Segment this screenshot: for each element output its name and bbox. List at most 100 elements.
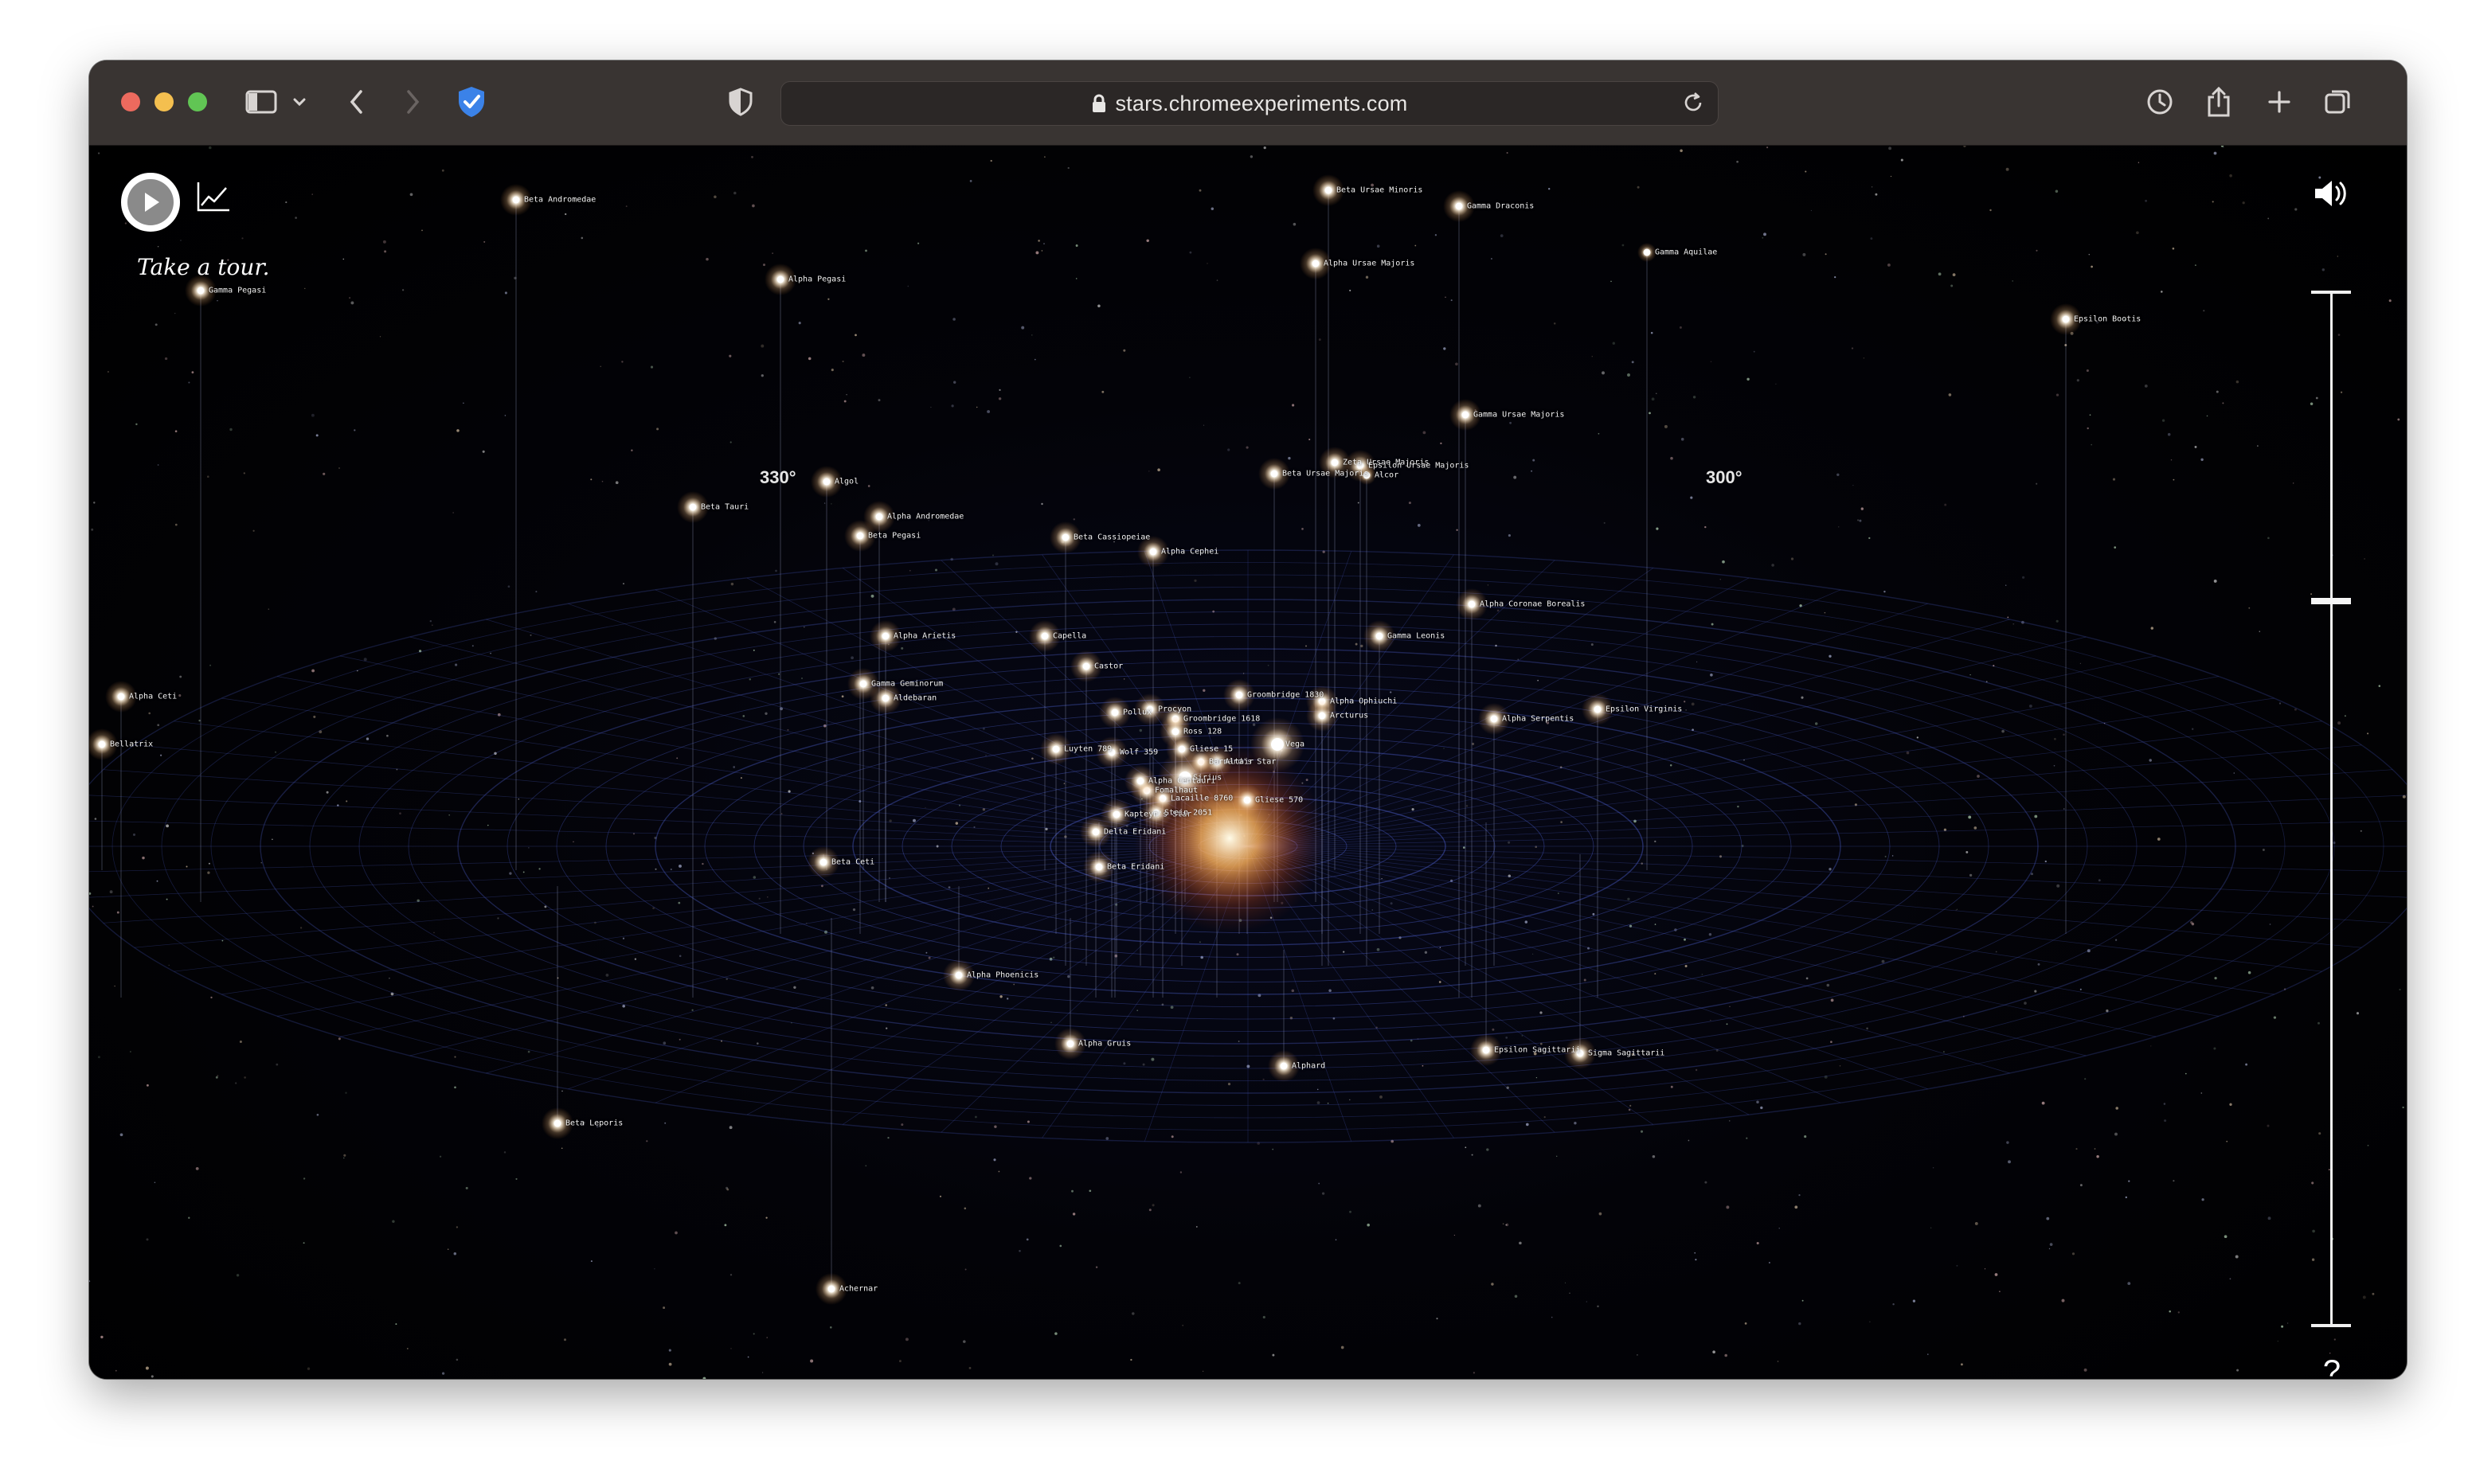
star-point[interactable] — [512, 196, 520, 204]
star-point[interactable] — [859, 680, 867, 688]
star-label[interactable]: Wolf 359 — [1120, 748, 1158, 757]
star-label[interactable]: Alpha Ursae Majoris — [1324, 260, 1414, 268]
star-label[interactable]: Stein 2051 — [1164, 809, 1212, 818]
star-point[interactable] — [1280, 1062, 1288, 1070]
star-label[interactable]: Alpha Gruis — [1078, 1040, 1131, 1049]
star-label[interactable]: Groombridge 1830 — [1247, 691, 1324, 700]
star-point[interactable] — [1082, 662, 1090, 670]
star-label[interactable]: Beta Pegasi — [868, 532, 921, 541]
star-point[interactable] — [1149, 548, 1157, 556]
star-label[interactable]: Alpha Pegasi — [788, 275, 846, 284]
star-point[interactable] — [882, 632, 890, 640]
star-label[interactable]: Algol — [835, 478, 859, 486]
star-point[interactable] — [1171, 728, 1179, 736]
star-point[interactable] — [1111, 709, 1119, 717]
star-point[interactable] — [1243, 796, 1251, 804]
star-point[interactable] — [1062, 533, 1070, 541]
star-point[interactable] — [856, 532, 864, 540]
star-point[interactable] — [553, 1119, 561, 1127]
star-label[interactable]: Beta Andromedae — [524, 196, 596, 205]
star-label[interactable]: Alpha Arietis — [894, 632, 956, 641]
reload-icon[interactable] — [1681, 91, 1705, 115]
half-shield-icon[interactable] — [726, 81, 755, 123]
star-label[interactable]: Capella — [1053, 632, 1086, 641]
star-point[interactable] — [819, 858, 827, 866]
star-label[interactable]: Fomalhaut — [1155, 787, 1198, 795]
tab-overview-icon[interactable] — [2322, 81, 2354, 123]
star-label[interactable]: Alpha Ceti — [129, 693, 177, 701]
star-label[interactable]: Gamma Draconis — [1467, 202, 1534, 211]
star-point[interactable] — [1468, 600, 1476, 608]
star-point[interactable] — [1482, 1046, 1490, 1054]
star-label[interactable]: Alpha Andromedae — [887, 513, 964, 521]
star-point[interactable] — [1095, 863, 1103, 871]
star-label[interactable]: Gliese 15 — [1190, 745, 1233, 754]
star-label[interactable]: Vega — [1285, 740, 1304, 749]
star-label[interactable]: Castor — [1094, 662, 1123, 671]
close-window-button[interactable] — [121, 92, 140, 111]
star-label[interactable]: Ross 128 — [1183, 728, 1222, 736]
star-label[interactable]: Alpha Phoenicis — [967, 971, 1038, 980]
star-label[interactable]: Beta Eridani — [1107, 863, 1164, 872]
star-label[interactable]: Gamma Geminorum — [871, 680, 943, 689]
star-point[interactable] — [1136, 777, 1144, 785]
new-tab-icon[interactable] — [2263, 81, 2295, 123]
star-point[interactable] — [776, 275, 784, 283]
star-point[interactable] — [2062, 315, 2070, 323]
star-label[interactable]: Alpha Serpentis — [1502, 715, 1574, 724]
star-point[interactable] — [1041, 632, 1049, 640]
zoom-window-button[interactable] — [188, 92, 207, 111]
star-point[interactable] — [1318, 712, 1326, 720]
star-point[interactable] — [1052, 745, 1060, 753]
star-label[interactable]: Epsilon Virginis — [1606, 705, 1682, 714]
star-point[interactable] — [1092, 828, 1100, 836]
star-label[interactable]: Epsilon Bootis — [2074, 315, 2141, 324]
star-label[interactable]: Bellatrix — [110, 740, 153, 749]
star-point[interactable] — [1066, 1040, 1074, 1048]
star-point[interactable] — [875, 513, 883, 521]
star-point[interactable] — [955, 971, 963, 979]
star-label[interactable]: Beta Ceti — [831, 858, 874, 867]
star-label[interactable]: Gamma Leonis — [1387, 632, 1445, 641]
star-point[interactable] — [1271, 738, 1284, 751]
star-label[interactable]: Epsilon Ursae Majoris — [1368, 462, 1469, 471]
star-point[interactable] — [1113, 810, 1121, 818]
star-point[interactable] — [882, 694, 890, 702]
chart-icon[interactable] — [196, 181, 231, 213]
star-point[interactable] — [1375, 632, 1383, 640]
star-label[interactable]: Groombridge 1618 — [1183, 715, 1260, 724]
star-label[interactable]: Achernar — [839, 1285, 878, 1294]
star-label[interactable]: Alphard — [1292, 1062, 1325, 1071]
star-label[interactable]: Arcturus — [1330, 712, 1368, 721]
star-label[interactable]: Alcor — [1375, 471, 1398, 480]
volume-icon[interactable] — [2313, 178, 2349, 209]
star-label[interactable]: Luyten 789 — [1064, 745, 1112, 754]
star-label[interactable]: Alpha Centauri — [1148, 777, 1215, 786]
star-label[interactable]: Aldebaran — [894, 694, 937, 703]
star-point[interactable] — [98, 740, 106, 748]
star-label[interactable]: Beta Cassiopeiae — [1074, 533, 1150, 542]
forward-icon[interactable] — [400, 81, 425, 123]
star-point[interactable] — [823, 478, 831, 486]
star-point[interactable] — [1455, 202, 1463, 210]
star-label[interactable]: Procyon — [1158, 705, 1191, 714]
star-label[interactable]: Alpha Ophiuchi — [1330, 697, 1397, 706]
star-label[interactable]: Delta Eridani — [1104, 828, 1166, 837]
play-tour-button[interactable] — [121, 173, 180, 232]
star-label[interactable]: Beta Leporis — [565, 1119, 623, 1128]
chevron-down-icon[interactable] — [290, 81, 309, 123]
help-button[interactable]: ? — [2316, 1354, 2348, 1379]
star-point[interactable] — [1324, 186, 1332, 194]
star-label[interactable]: Altair — [1225, 758, 1254, 767]
star-label[interactable]: Gliese 570 — [1255, 796, 1303, 805]
star-point[interactable] — [1331, 459, 1339, 467]
minimize-window-button[interactable] — [154, 92, 174, 111]
star-point[interactable] — [197, 287, 205, 295]
star-label[interactable]: Alpha Coronae Borealis — [1480, 600, 1585, 609]
star-point[interactable] — [689, 503, 697, 511]
back-icon[interactable] — [344, 81, 370, 123]
star-point[interactable] — [1235, 691, 1243, 699]
privacy-shield-icon[interactable] — [456, 81, 487, 123]
star-point[interactable] — [1312, 260, 1320, 268]
star-label[interactable]: Lacaille 8760 — [1171, 795, 1233, 803]
